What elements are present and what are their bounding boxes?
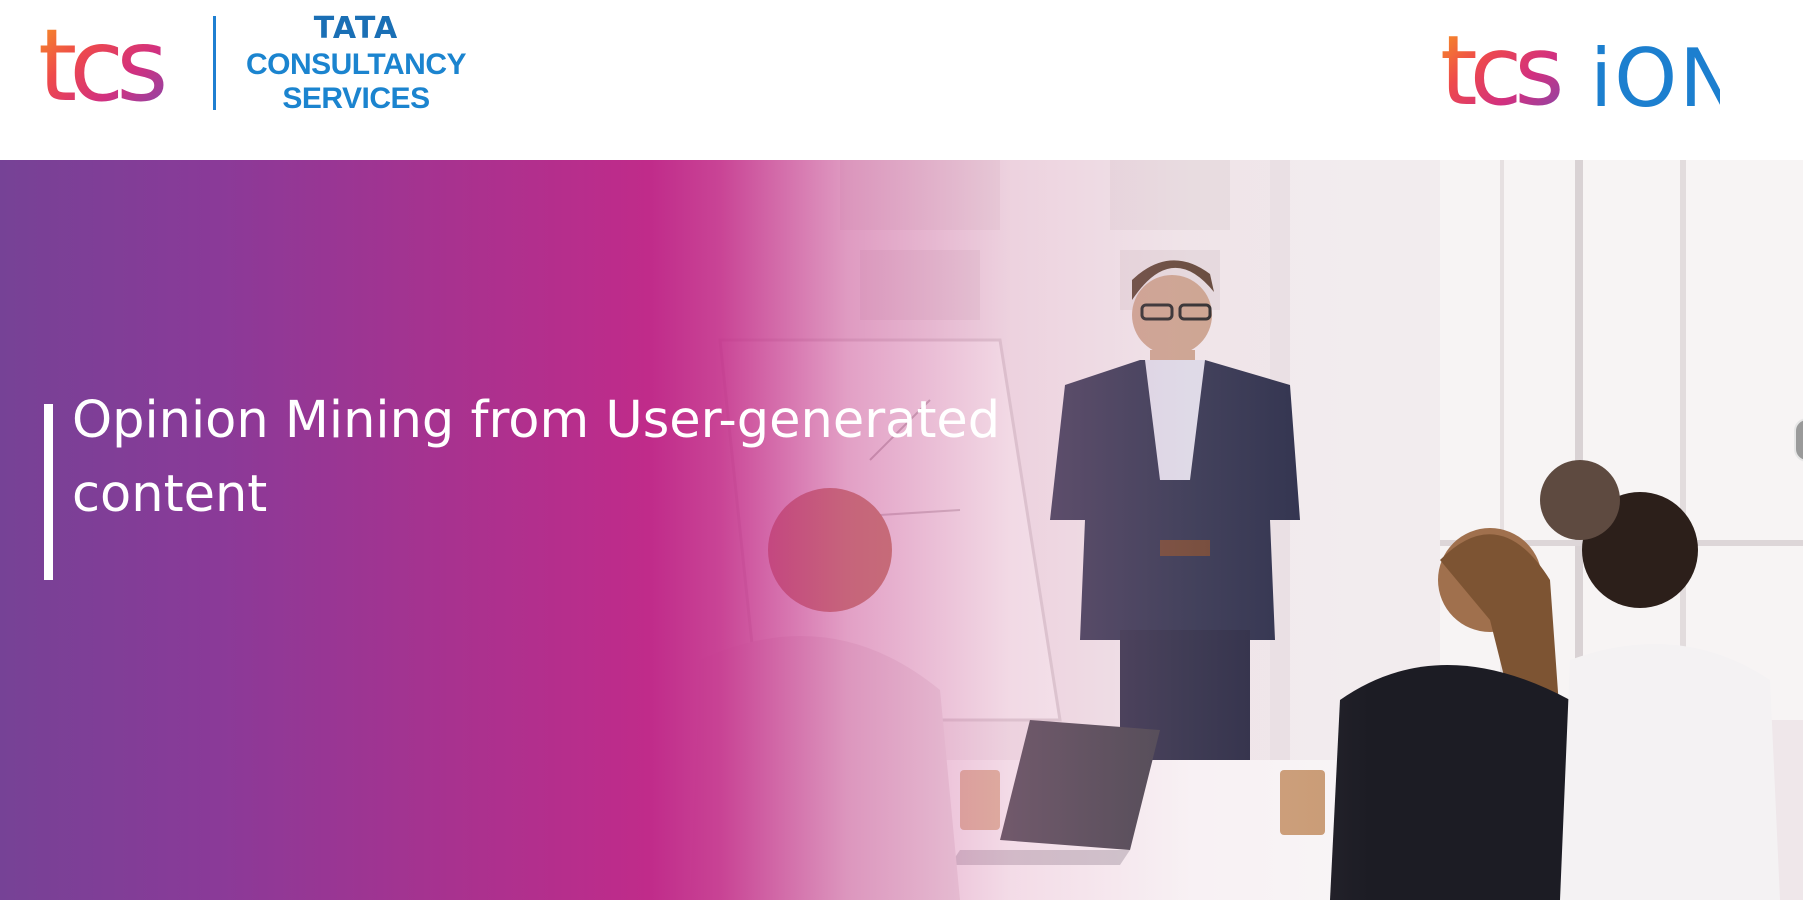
tcs-logo: tcs	[38, 8, 172, 118]
hero-banner: Opinion Mining from User-generated conte…	[0, 160, 1803, 900]
tcs-logo-text: tcs	[38, 8, 164, 118]
tcs-ion-logo: tcs iON	[1440, 15, 1720, 122]
tata-consultancy-wordmark: TATA CONSULTANCY SERVICES	[238, 14, 474, 116]
tata-word: TATA	[313, 11, 399, 46]
logo-divider	[213, 16, 216, 110]
services-word: SERVICES	[282, 82, 430, 115]
certificate-page: tcs TATA CONSULTANCY SERVICES tcs iON Op…	[0, 0, 1803, 904]
hero-title: Opinion Mining from User-generated conte…	[72, 391, 1001, 524]
header-bar: tcs TATA CONSULTANCY SERVICES tcs iON	[0, 0, 1803, 160]
consultancy-word: CONSULTANCY	[245, 48, 467, 81]
title-accent-bar	[44, 404, 53, 580]
carousel-dot-icon[interactable]	[1794, 418, 1803, 462]
ion-logo-ion-text: iON	[1590, 32, 1720, 122]
ion-logo-tcs-text: tcs	[1440, 15, 1560, 122]
